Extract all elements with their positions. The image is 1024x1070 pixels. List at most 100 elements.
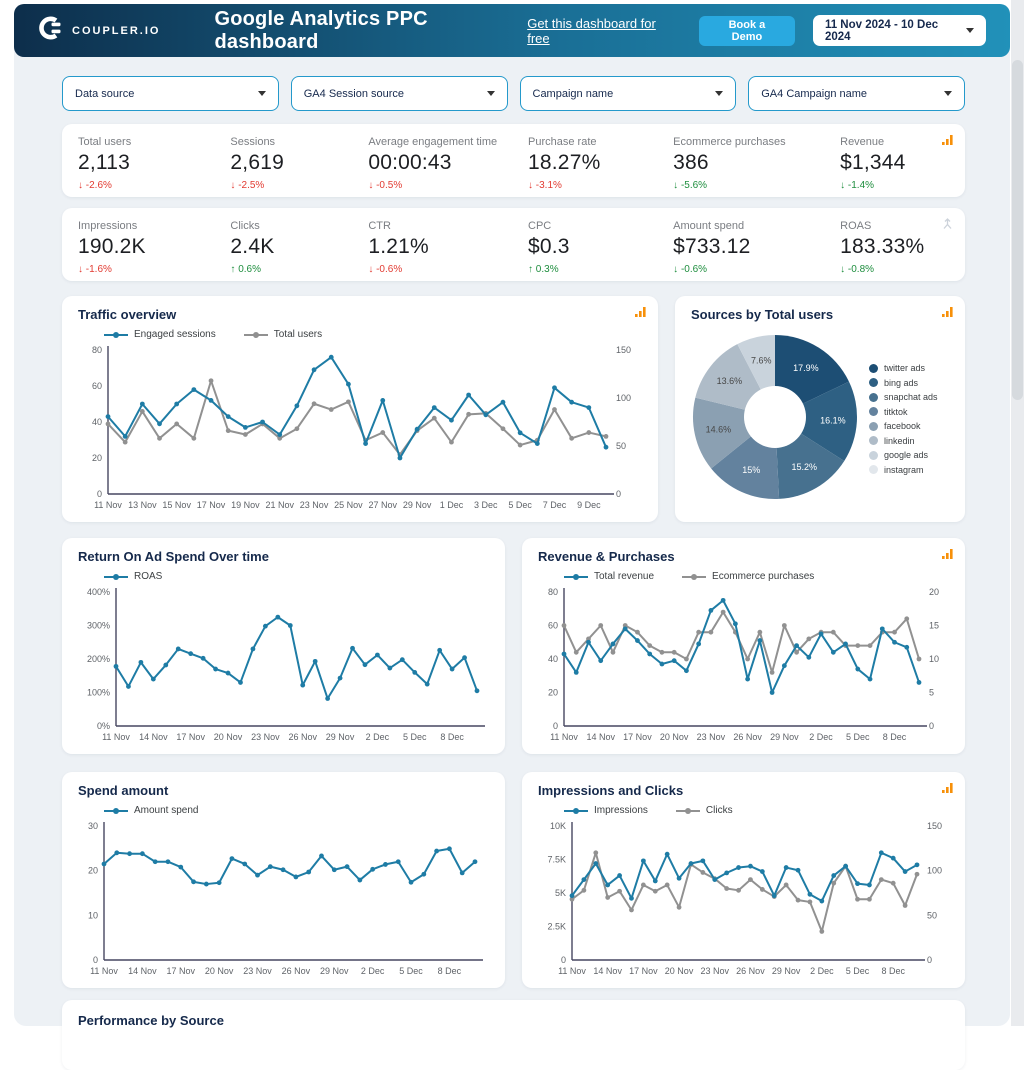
legend-dot — [869, 364, 878, 373]
svg-text:17 Nov: 17 Nov — [623, 732, 652, 742]
svg-text:29 Nov: 29 Nov — [320, 966, 349, 976]
analytics-bars-icon — [941, 305, 954, 323]
svg-text:50: 50 — [927, 910, 937, 920]
svg-text:100: 100 — [927, 866, 942, 876]
svg-text:50: 50 — [616, 441, 626, 451]
legend-item: ROAS — [104, 571, 162, 582]
kpi-value: 00:00:43 — [368, 151, 528, 175]
filter-label: GA4 Session source — [304, 88, 404, 100]
svg-text:11 Nov: 11 Nov — [90, 966, 118, 976]
svg-text:21 Nov: 21 Nov — [265, 500, 294, 510]
kpi-delta: ↑ 0.3% — [528, 264, 559, 275]
date-range-picker[interactable]: 11 Nov 2024 - 10 Dec 2024 — [813, 15, 986, 46]
donut-legend-item: titktok — [869, 407, 938, 417]
filter-session-source[interactable]: GA4 Session source — [291, 76, 508, 111]
chevron-down-icon — [715, 91, 723, 96]
svg-text:15.2%: 15.2% — [791, 462, 817, 472]
kpi-delta: ↓ -0.5% — [368, 180, 402, 191]
svg-text:15%: 15% — [742, 464, 760, 474]
svg-text:14.6%: 14.6% — [706, 424, 732, 434]
legend-dot — [869, 393, 878, 402]
kpi-total-users: Total users 2,113 ↓ -2.6% — [78, 136, 230, 193]
impressions-clicks-card: Impressions and Clicks ImpressionsClicks… — [522, 772, 965, 988]
svg-text:23 Nov: 23 Nov — [300, 500, 329, 510]
book-demo-button[interactable]: Book a Demo — [699, 16, 795, 46]
svg-text:20 Nov: 20 Nov — [660, 732, 689, 742]
kpi-roas: ROAS 183.33% ↓ -0.8% — [840, 220, 949, 277]
analytics-bars-icon — [634, 305, 647, 323]
svg-text:0: 0 — [927, 955, 932, 965]
donut-legend-item: instagram — [869, 465, 938, 475]
svg-text:5 Dec: 5 Dec — [846, 732, 870, 742]
kpi-cpc: CPC $0.3 ↑ 0.3% — [528, 220, 673, 277]
filter-data-source[interactable]: Data source — [62, 76, 279, 111]
svg-text:7 Dec: 7 Dec — [543, 500, 567, 510]
chart-title: Impressions and Clicks — [538, 783, 949, 798]
chevron-down-icon — [966, 28, 974, 33]
filter-ga4-campaign-name[interactable]: GA4 Campaign name — [748, 76, 965, 111]
svg-text:60: 60 — [548, 621, 558, 631]
svg-text:0: 0 — [93, 955, 98, 965]
legend-dot — [869, 378, 878, 387]
kpi-label: Clicks — [230, 220, 368, 232]
kpi-delta: ↓ -0.8% — [840, 264, 874, 275]
svg-text:29 Nov: 29 Nov — [326, 732, 355, 742]
chart-title: Return On Ad Spend Over time — [78, 549, 489, 564]
kpi-ecommerce-purchases: Ecommerce purchases 386 ↓ -5.6% — [673, 136, 840, 193]
kpi-avg-engagement-time: Average engagement time 00:00:43 ↓ -0.5% — [368, 136, 528, 193]
svg-text:20: 20 — [929, 587, 939, 597]
scrollbar-thumb[interactable] — [1012, 60, 1023, 400]
kpi-value: 18.27% — [528, 151, 673, 175]
kpi-sessions: Sessions 2,619 ↓ -2.5% — [230, 136, 368, 193]
svg-text:3 Dec: 3 Dec — [474, 500, 498, 510]
kpi-delta: ↑ 0.6% — [230, 264, 261, 275]
svg-text:80: 80 — [92, 345, 102, 355]
scrollbar[interactable] — [1011, 0, 1024, 1026]
analytics-bars-icon — [941, 133, 954, 151]
kpi-value: $733.12 — [673, 235, 840, 259]
svg-text:40: 40 — [92, 417, 102, 427]
chart-title: Revenue & Purchases — [538, 549, 949, 564]
svg-text:15 Nov: 15 Nov — [162, 500, 191, 510]
kpi-delta: ↓ -5.6% — [673, 180, 707, 191]
kpi-clicks: Clicks 2.4K ↑ 0.6% — [230, 220, 368, 277]
svg-text:25 Nov: 25 Nov — [334, 500, 363, 510]
svg-text:5 Dec: 5 Dec — [403, 732, 427, 742]
svg-text:14 Nov: 14 Nov — [586, 732, 615, 742]
svg-text:13 Nov: 13 Nov — [128, 500, 157, 510]
svg-text:2.5K: 2.5K — [547, 922, 566, 932]
filter-label: Data source — [75, 88, 134, 100]
svg-text:0: 0 — [616, 489, 621, 499]
svg-text:5: 5 — [929, 688, 934, 698]
sources-donut-chart: 17.9%16.1%15.2%15%14.6%13.6%7.6% — [691, 333, 859, 506]
kpi-value: 183.33% — [840, 235, 949, 259]
kpi-label: Average engagement time — [368, 136, 528, 148]
pointer-icon — [941, 217, 954, 235]
donut-legend-item: linkedin — [869, 436, 938, 446]
svg-text:17.9%: 17.9% — [793, 362, 819, 372]
svg-text:26 Nov: 26 Nov — [282, 966, 311, 976]
svg-text:0%: 0% — [97, 721, 110, 731]
chevron-down-icon — [487, 91, 495, 96]
kpi-amount-spend: Amount spend $733.12 ↓ -0.6% — [673, 220, 840, 277]
donut-legend-item: snapchat ads — [869, 392, 938, 402]
traffic-overview-chart: 80604020015010050011 Nov13 Nov15 Nov17 N… — [78, 342, 642, 519]
spend-amount-chart: 302010011 Nov14 Nov17 Nov20 Nov23 Nov26 … — [78, 818, 489, 985]
svg-text:26 Nov: 26 Nov — [288, 732, 317, 742]
svg-text:8 Dec: 8 Dec — [438, 966, 462, 976]
kpi-impressions: Impressions 190.2K ↓ -1.6% — [78, 220, 230, 277]
svg-text:17 Nov: 17 Nov — [629, 966, 658, 976]
svg-text:19 Nov: 19 Nov — [231, 500, 260, 510]
kpi-delta: ↓ -1.6% — [78, 264, 112, 275]
filter-campaign-name[interactable]: Campaign name — [520, 76, 737, 111]
svg-text:200%: 200% — [87, 654, 110, 664]
get-dashboard-link[interactable]: Get this dashboard for free — [527, 16, 677, 46]
chart-title: Sources by Total users — [691, 307, 949, 322]
legend-dot — [869, 407, 878, 416]
svg-text:11 Nov: 11 Nov — [94, 500, 122, 510]
coupler-logo: COUPLER.IO — [38, 15, 160, 46]
svg-text:11 Nov: 11 Nov — [550, 732, 578, 742]
kpi-value: 2.4K — [230, 235, 368, 259]
brand-wordmark: COUPLER.IO — [72, 25, 160, 37]
kpi-revenue: Revenue $1,344 ↓ -1.4% — [840, 136, 949, 193]
